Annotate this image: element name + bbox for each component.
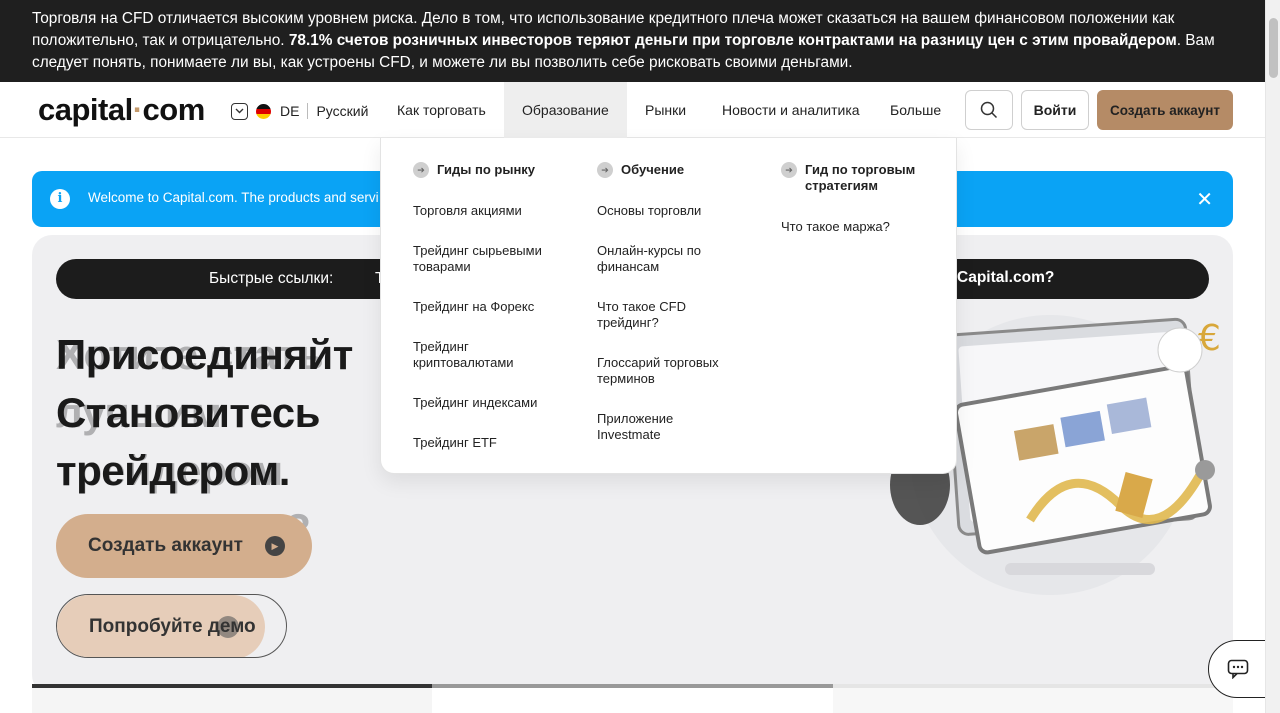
bottom-tab-3[interactable] <box>833 684 1233 713</box>
learning-label: Обучение <box>621 162 685 177</box>
chat-icon <box>1227 659 1249 679</box>
menu-link[interactable]: Что такое CFD трейдинг? <box>597 299 707 331</box>
info-icon: i <box>50 189 70 209</box>
arrow-right-icon: ➔ <box>781 162 797 178</box>
divider <box>307 103 309 119</box>
menu-link[interactable]: Приложение Investmate <box>597 411 707 443</box>
capital-com-logo[interactable]: capital·com <box>38 92 205 128</box>
menu-link[interactable]: Трейдинг на Форекс <box>413 299 563 315</box>
strategy-guide-label: Гид по торговым стратегиям <box>805 162 916 193</box>
page-scrollbar[interactable] <box>1265 0 1280 713</box>
close-icon[interactable]: ✕ <box>1196 187 1213 212</box>
login-button[interactable]: Войти <box>1021 90 1089 130</box>
menu-link[interactable]: Трейдинг индексами <box>413 395 563 411</box>
menu-link[interactable]: Что такое маржа? <box>781 219 931 235</box>
menu-link[interactable]: Онлайн-курсы по финансам <box>597 243 722 275</box>
welcome-text: Welcome to Capital.com. The products and… <box>88 190 378 205</box>
nav-more[interactable]: Больше <box>890 82 941 138</box>
risk-text-bold: 78.1% счетов розничных инвесторов теряют… <box>288 32 1177 49</box>
bottom-tab-1[interactable] <box>32 684 432 713</box>
nav-news-analytics[interactable]: Новости и аналитика <box>722 82 860 138</box>
nav-markets[interactable]: Рынки <box>645 82 686 138</box>
logo-dot: · <box>132 92 143 127</box>
hero-title-line: Присоединяйт <box>56 331 353 378</box>
search-icon <box>980 101 998 119</box>
chat-widget-button[interactable] <box>1208 640 1268 698</box>
search-button[interactable] <box>965 90 1013 130</box>
language-label: Русский <box>316 103 369 119</box>
quick-link-why-capital[interactable]: Capital.com? <box>957 269 1054 287</box>
strategy-guide-heading[interactable]: ➔ Гид по торговым стратегиям <box>781 162 931 194</box>
try-demo-button[interactable]: Попробуйте демо <box>56 594 287 658</box>
bottom-tab-2[interactable] <box>432 684 833 713</box>
region-code: DE <box>280 103 300 119</box>
logo-text-left: capital <box>38 92 133 127</box>
demo-label: Попробуйте демо <box>89 616 256 637</box>
hero-cta-label: Создать аккаунт <box>88 535 243 556</box>
logo-text-right: com <box>142 92 206 127</box>
hero-title-line: Становитесь <box>56 389 320 436</box>
hero-title: Присоединяйт Становитесь трейдером. <box>56 326 386 500</box>
scrollbar-thumb[interactable] <box>1269 18 1278 78</box>
germany-flag-icon <box>256 103 271 119</box>
market-guides-heading[interactable]: ➔ Гиды по рынку <box>413 162 573 178</box>
create-account-button[interactable]: Создать аккаунт <box>1097 90 1233 130</box>
play-arrow-icon: ▶ <box>265 536 285 556</box>
menu-link[interactable]: Трейдинг сырьевыми товарами <box>413 243 563 275</box>
risk-warning-banner: Торговля на CFD отличается высоким уровн… <box>0 0 1265 82</box>
hero-title-line: трейдером. <box>56 447 290 494</box>
menu-link[interactable]: Глоссарий торговых терминов <box>597 355 737 387</box>
nav-how-to-trade[interactable]: Как торговать <box>397 82 486 138</box>
arrow-right-icon: ➔ <box>413 162 429 178</box>
menu-link[interactable]: Основы торговли <box>597 203 737 219</box>
hero-create-account-button[interactable]: Создать аккаунт ▶ <box>56 514 312 578</box>
menu-link[interactable]: Торговля акциями <box>413 203 563 219</box>
region-language-selector[interactable]: DE Русский <box>231 101 368 121</box>
nav-education[interactable]: Образование <box>504 82 627 138</box>
menu-link[interactable]: Трейдинг ETF <box>413 435 563 451</box>
market-guides-label: Гиды по рынку <box>437 162 536 177</box>
site-header: capital·com DE Русский Как торговать Обр… <box>0 82 1265 138</box>
menu-link[interactable]: Трейдинг криптовалютами <box>413 339 533 371</box>
chevron-down-icon <box>231 102 248 120</box>
learning-heading[interactable]: ➔ Обучение <box>597 162 747 178</box>
quick-links-label: Быстрые ссылки: <box>209 270 334 287</box>
arrow-right-icon: ➔ <box>597 162 613 178</box>
education-mega-menu: ➔ Гиды по рынку Торговля акциями Трейдин… <box>380 138 957 474</box>
